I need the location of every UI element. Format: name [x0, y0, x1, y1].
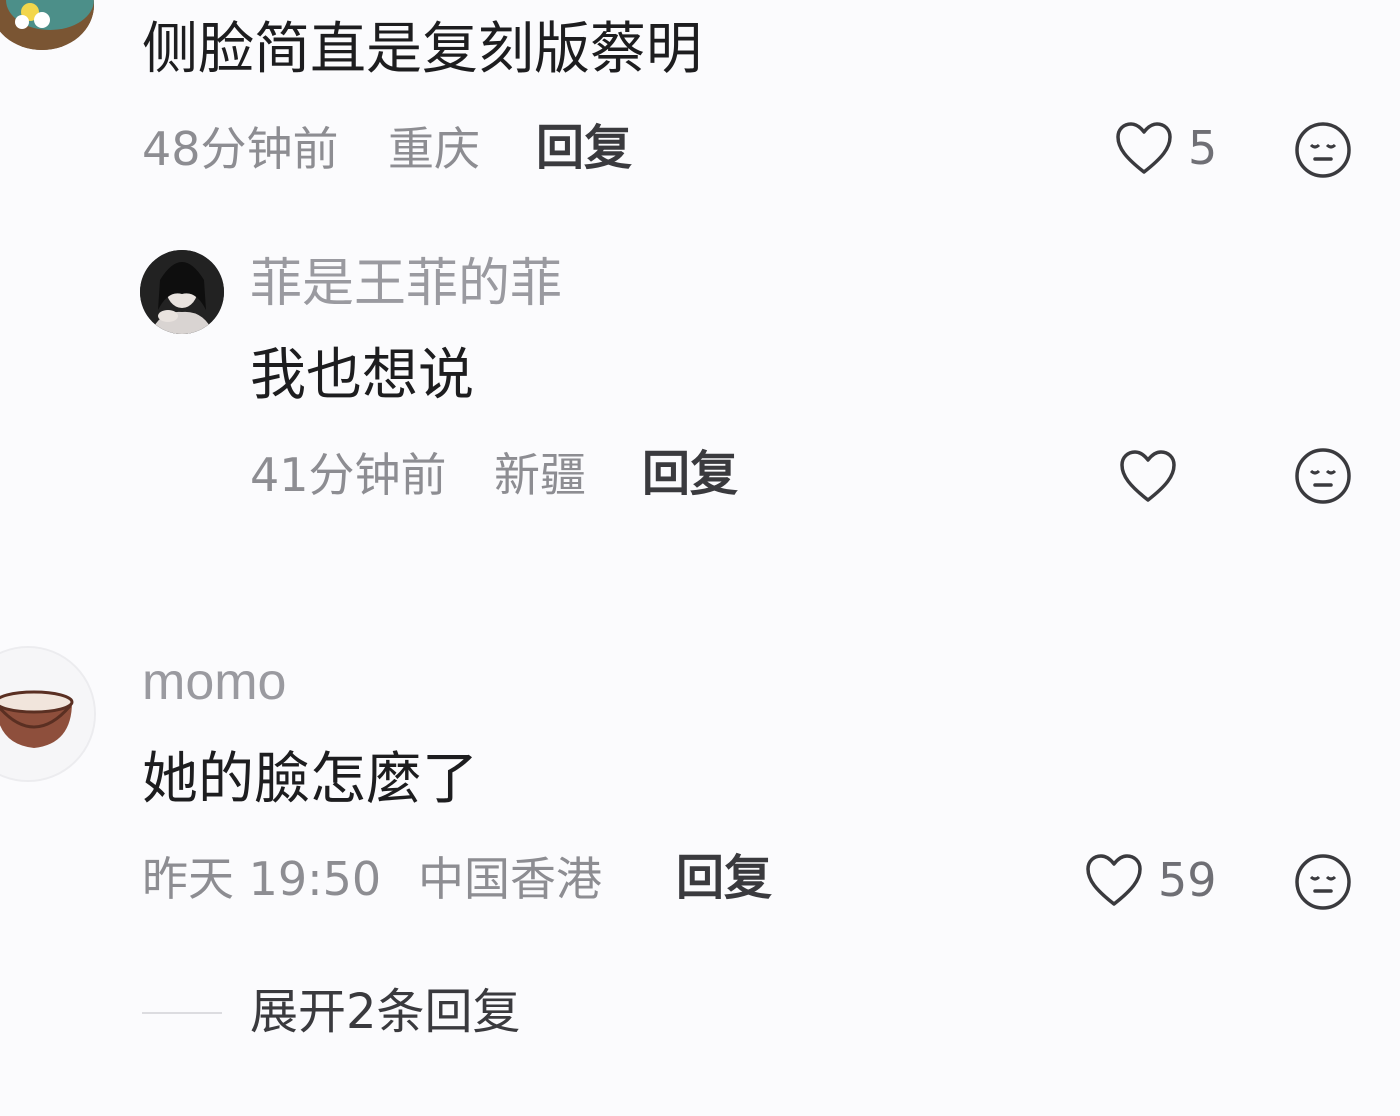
comment-location: 重庆 — [388, 122, 480, 176]
like-count: 5 — [1188, 121, 1218, 175]
avatar[interactable] — [140, 250, 224, 334]
heart-outline-icon — [1120, 450, 1176, 502]
bowl-icon — [0, 648, 94, 780]
reply-button[interactable]: 回复 — [536, 124, 632, 172]
avatar[interactable] — [0, 646, 96, 782]
meh-face-icon — [1295, 122, 1351, 178]
comment-time: 昨天 19:50 — [142, 852, 382, 906]
dislike-button[interactable] — [1294, 121, 1352, 183]
expand-replies-button[interactable]: 展开2条回复 — [250, 988, 521, 1036]
username[interactable]: 菲是王菲的菲 — [250, 258, 562, 310]
comment-time: 48分钟前 — [142, 122, 339, 176]
avatar[interactable] — [0, 0, 94, 50]
expand-divider — [142, 1012, 222, 1014]
comment-text: 侧脸简直是复刻版蔡明 — [142, 17, 702, 82]
avatar-image — [140, 250, 224, 334]
reply-button[interactable]: 回复 — [676, 854, 772, 902]
like-count: 59 — [1158, 853, 1217, 907]
meh-face-icon — [1295, 448, 1351, 504]
comment-text: 她的臉怎麼了 — [142, 747, 478, 812]
comment-text: 我也想说 — [250, 343, 474, 408]
comment-time: 41分钟前 — [250, 448, 447, 502]
like-button[interactable]: 5 — [1114, 120, 1217, 176]
comment-location: 中国香港 — [418, 852, 602, 906]
username[interactable]: momo — [142, 656, 286, 708]
like-button[interactable]: 59 — [1084, 852, 1217, 908]
comment-location: 新疆 — [494, 448, 586, 502]
reply-button[interactable]: 回复 — [642, 450, 738, 498]
heart-outline-icon — [1116, 122, 1172, 174]
heart-outline-icon — [1086, 854, 1142, 906]
like-button[interactable] — [1118, 448, 1192, 504]
dislike-button[interactable] — [1294, 447, 1352, 509]
avatar-image — [0, 0, 94, 50]
meh-face-icon — [1295, 854, 1351, 910]
dislike-button[interactable] — [1294, 853, 1352, 915]
